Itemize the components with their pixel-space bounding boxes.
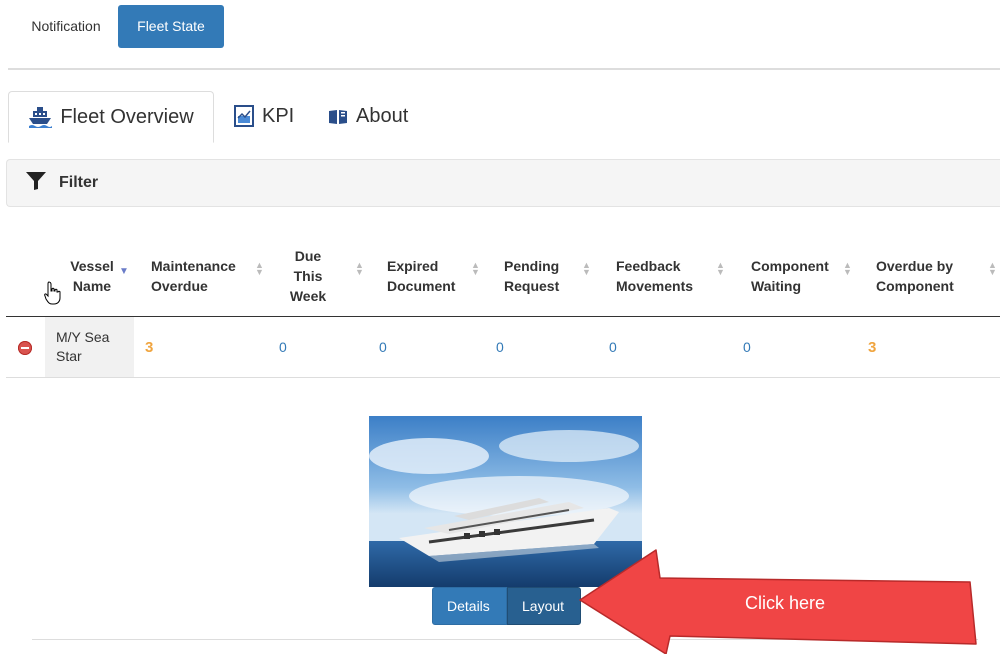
fleet-table: Vessel Name ▼ Maintenance Overdue ▲ ▼ Due Th… bbox=[6, 236, 1000, 378]
col-vessel-name[interactable]: Vessel Name ▼ bbox=[62, 236, 129, 316]
sort-both-icon: ▲ ▼ bbox=[582, 260, 591, 277]
tab-about[interactable]: About bbox=[328, 91, 408, 141]
tab-fleet-overview[interactable]: Fleet Overview bbox=[8, 91, 214, 143]
hand-cursor-icon bbox=[44, 281, 62, 310]
sort-both-icon: ▲ ▼ bbox=[355, 260, 364, 277]
vessel-actions: Details Layout bbox=[432, 587, 581, 625]
nav-fleet-state[interactable]: Fleet State bbox=[118, 5, 224, 48]
pending-request-value[interactable]: 0 bbox=[496, 339, 504, 355]
chart-document-icon bbox=[234, 105, 254, 127]
tab-about-label: About bbox=[356, 105, 409, 127]
sort-both-icon: ▲ ▼ bbox=[843, 260, 852, 277]
col-component-waiting[interactable]: Component Waiting ▲ ▼ bbox=[751, 236, 852, 316]
filter-toggle[interactable]: Filter bbox=[6, 159, 1000, 207]
table-header: Vessel Name ▼ Maintenance Overdue ▲ ▼ Due Th… bbox=[6, 236, 1000, 317]
sort-desc-icon: ▼ bbox=[119, 266, 129, 277]
remove-row-icon[interactable] bbox=[18, 341, 32, 355]
col-feedback-movements[interactable]: Feedback Movements ▲ ▼ bbox=[616, 236, 725, 316]
filter-label: Filter bbox=[59, 174, 99, 191]
table-row[interactable]: M/Y Sea Star 3 0 0 0 0 0 3 bbox=[6, 317, 1000, 378]
col-due-this-week[interactable]: Due This Week ▲ ▼ bbox=[284, 236, 364, 316]
expired-document-value[interactable]: 0 bbox=[379, 339, 387, 355]
tab-kpi-label: KPI bbox=[262, 105, 295, 127]
top-divider bbox=[8, 68, 1000, 70]
sort-both-icon: ▲ ▼ bbox=[471, 260, 480, 277]
feedback-movements-value[interactable]: 0 bbox=[609, 339, 617, 355]
sort-both-icon: ▲ ▼ bbox=[716, 260, 725, 277]
tab-kpi[interactable]: KPI bbox=[234, 91, 294, 141]
info-book-icon bbox=[328, 107, 348, 125]
callout-text: Click here bbox=[745, 593, 826, 613]
maintenance-overdue-value[interactable]: 3 bbox=[145, 339, 153, 356]
overdue-by-component-value[interactable]: 3 bbox=[868, 339, 876, 356]
sort-both-icon: ▲ ▼ bbox=[988, 260, 997, 277]
details-button[interactable]: Details bbox=[432, 587, 507, 625]
col-pending-request[interactable]: Pending Request ▲ ▼ bbox=[504, 236, 591, 316]
col-expired-document[interactable]: Expired Document ▲ ▼ bbox=[387, 236, 480, 316]
layout-button[interactable]: Layout bbox=[507, 587, 581, 625]
component-waiting-value[interactable]: 0 bbox=[743, 339, 751, 355]
tab-fleet-overview-label: Fleet Overview bbox=[60, 106, 194, 128]
nav-notification[interactable]: Notification bbox=[16, 5, 116, 48]
col-overdue-by-component[interactable]: Overdue by Component ▲ ▼ bbox=[876, 236, 997, 316]
due-this-week-value[interactable]: 0 bbox=[279, 339, 287, 355]
ship-icon bbox=[28, 106, 53, 128]
vessel-name-cell[interactable]: M/Y Sea Star bbox=[45, 317, 134, 377]
filter-funnel-icon bbox=[25, 171, 47, 196]
main-tabs: Fleet Overview KPI About bbox=[8, 91, 1000, 143]
col-maintenance-overdue[interactable]: Maintenance Overdue ▲ ▼ bbox=[151, 236, 264, 316]
sort-both-icon: ▲ ▼ bbox=[255, 260, 264, 277]
